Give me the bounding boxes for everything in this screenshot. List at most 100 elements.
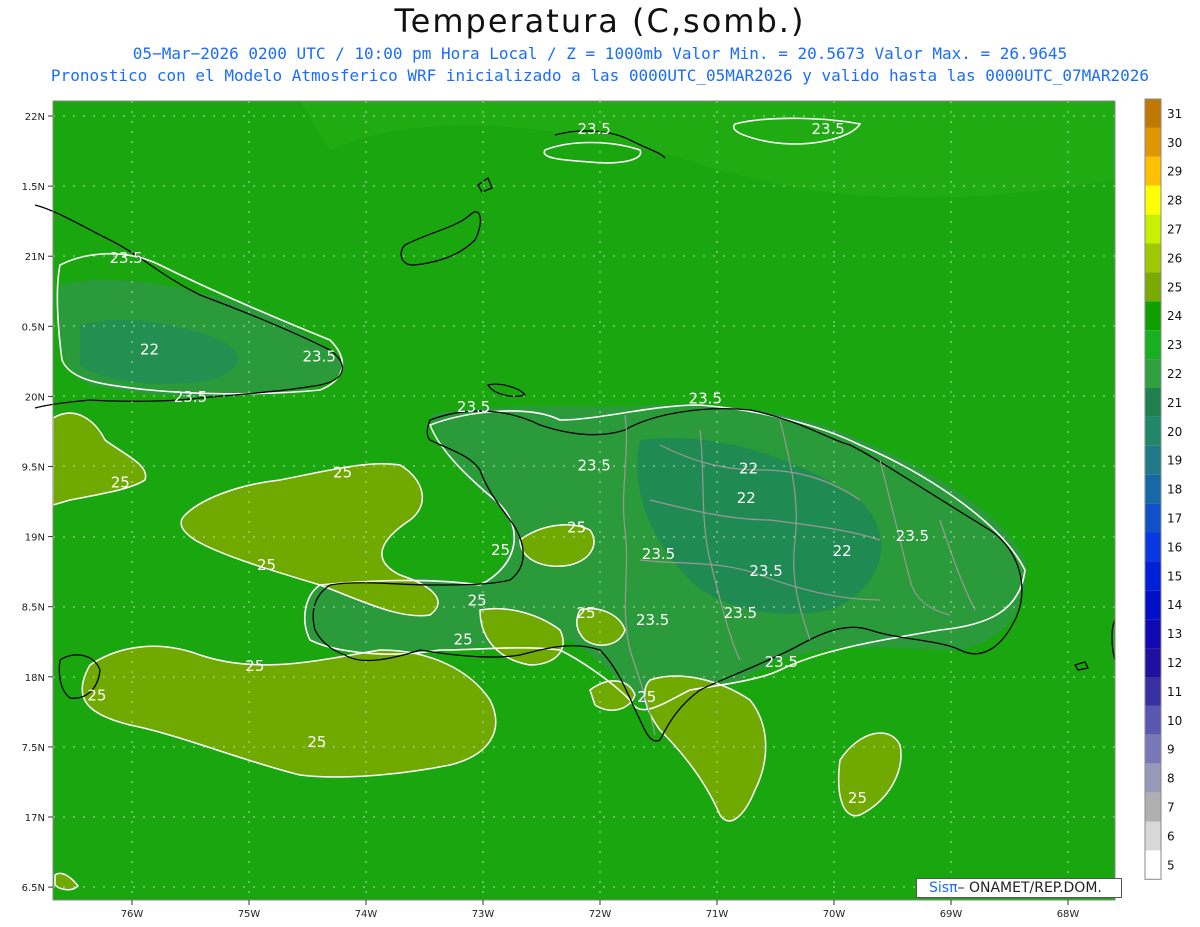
contour-label: 23.5: [689, 389, 722, 407]
contour-label: 23.5: [724, 604, 757, 622]
lat-tick-label: 19N: [25, 533, 45, 544]
contour-label: 25: [245, 657, 264, 675]
lat-tick-label: 7.5N: [22, 743, 45, 754]
colorbar-label: 30: [1167, 136, 1182, 150]
colorbar-label: 24: [1167, 309, 1182, 323]
colorbar-label: 16: [1167, 540, 1182, 554]
colorbar-label: 26: [1167, 251, 1182, 265]
colorbar-label: 8: [1167, 772, 1175, 786]
lat-tick-label: 6.5N: [22, 883, 45, 894]
colorbar-label: 25: [1167, 280, 1182, 294]
colorbar-label: 9: [1167, 743, 1175, 757]
contour-label: 23.5: [896, 527, 929, 545]
contour-label: 23.5: [302, 347, 335, 365]
contour-label: 23.5: [642, 545, 675, 563]
contour-label: 23.5: [109, 249, 142, 267]
contour-label: 25: [307, 733, 326, 751]
colorbar-label: 14: [1167, 598, 1182, 612]
contour-label: 22: [737, 489, 756, 507]
colorbar-label: 20: [1167, 425, 1182, 439]
colorbar-swatch: [1145, 763, 1161, 793]
contour-label: 25: [491, 541, 510, 559]
longitude-axis: 76W 75W 74W 73W 72W 71W 70W 69W 68W: [121, 900, 1080, 920]
contour-label: 23.5: [636, 611, 669, 629]
lon-tick-label: 70W: [823, 909, 846, 920]
lat-tick-label: 8.5N: [22, 603, 45, 614]
colorbar-swatch: [1145, 503, 1161, 533]
colorbar-label: 15: [1167, 569, 1182, 583]
contour-label: 25: [333, 464, 352, 482]
colorbar-label: 28: [1167, 194, 1182, 208]
colorbar-label: 19: [1167, 454, 1182, 468]
colorbar-swatch: [1145, 185, 1161, 215]
colorbar-swatch: [1145, 821, 1161, 851]
colorbar-swatch: [1145, 705, 1161, 735]
latitude-axis: 22N 1.5N 21N 0.5N 20N 9.5N 19N 8.5N 18N 7.5N 17N 6.…: [22, 112, 53, 894]
colorbar-label: 11: [1167, 685, 1182, 699]
colorbar-swatch: [1145, 734, 1161, 764]
colorbar-swatch: [1145, 648, 1161, 677]
colorbar-label: 18: [1167, 483, 1182, 497]
credit-sis: Sis: [929, 880, 950, 896]
colorbar-label: 17: [1167, 512, 1182, 526]
contour-label: 23.5: [811, 120, 844, 138]
contour-label: 25: [567, 518, 586, 536]
contour-label: 25: [111, 474, 130, 492]
colorbar-swatch: [1145, 272, 1161, 302]
contour-label: 25: [87, 687, 106, 705]
colorbar-swatch: [1145, 388, 1161, 417]
contour-label: 22: [140, 340, 159, 358]
colorbar-swatch: [1145, 792, 1161, 822]
colorbar-label: 29: [1167, 165, 1182, 179]
lat-tick-label: 22N: [25, 112, 45, 123]
contour-label: 22: [833, 542, 852, 560]
colorbar-swatch: [1145, 99, 1161, 128]
contour-label: 25: [257, 556, 276, 574]
contour-label: 23.5: [577, 457, 610, 475]
contour-label: 22: [739, 460, 758, 478]
lon-tick-label: 75W: [238, 909, 261, 920]
colorbar-swatch: [1145, 474, 1161, 504]
colorbar-label: 31: [1167, 107, 1182, 121]
colorbar-swatch: [1145, 127, 1161, 157]
colorbar-swatch: [1145, 214, 1161, 244]
colorbar-label: 5: [1167, 858, 1175, 872]
colorbar-swatch: [1145, 243, 1161, 273]
contour-label: 23.5: [765, 653, 798, 671]
temperature-map: 23.5 23.5 23.5 22 23.5 23.5 23.5 23.5 23.5 22 22 22…: [22, 98, 1182, 920]
contour-label: 25: [576, 604, 595, 622]
colorbar: 31 30 29 28 27 26 25 24 23 22 21 20 19 18 17 16 15 14 13 12…: [1144, 98, 1182, 880]
credit-pi: π: [949, 880, 958, 896]
lat-tick-label: 17N: [25, 813, 45, 824]
colorbar-swatch: [1145, 445, 1161, 475]
lat-tick-label: 0.5N: [22, 322, 45, 333]
lon-tick-label: 69W: [940, 909, 963, 920]
colorbar-label: 12: [1167, 656, 1182, 670]
colorbar-label: 10: [1167, 714, 1182, 728]
colorbar-label: 23: [1167, 338, 1182, 352]
lon-tick-label: 68W: [1057, 909, 1080, 920]
lon-tick-label: 73W: [472, 909, 495, 920]
colorbar-swatch: [1145, 416, 1161, 446]
colorbar-swatch: [1145, 532, 1161, 562]
contour-label: 23.5: [174, 388, 207, 406]
colorbar-swatch: [1145, 301, 1161, 331]
lon-tick-label: 76W: [121, 909, 144, 920]
lat-tick-label: 1.5N: [22, 182, 45, 193]
colorbar-swatch: [1145, 850, 1161, 880]
contour-label: 23.5: [457, 398, 490, 416]
colorbar-swatch: [1145, 359, 1161, 388]
colorbar-swatch: [1145, 561, 1161, 591]
contour-label: 23.5: [749, 562, 782, 580]
lon-tick-label: 71W: [706, 909, 729, 920]
contour-label: 25: [468, 591, 487, 609]
lat-tick-label: 9.5N: [22, 463, 45, 474]
contour-label: 25: [454, 631, 473, 649]
credit-box: Sisπ– ONAMET/REP.DOM.: [916, 878, 1122, 898]
lat-tick-label: 20N: [25, 392, 45, 403]
colorbar-label: 22: [1167, 367, 1182, 381]
contour-label: 25: [848, 789, 867, 807]
lat-tick-label: 21N: [25, 252, 45, 263]
lat-tick-label: 18N: [25, 673, 45, 684]
contour-label: 23.5: [577, 120, 610, 138]
